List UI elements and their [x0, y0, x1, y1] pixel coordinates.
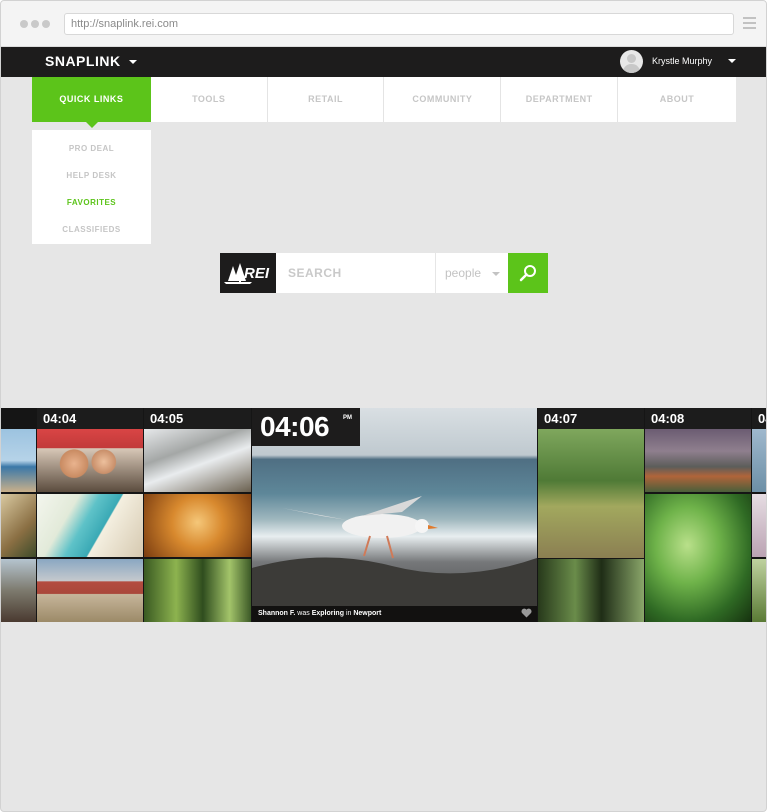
- photo-thumbnail[interactable]: [1, 429, 36, 492]
- photo-thumbnail[interactable]: [1, 494, 36, 557]
- tab-community[interactable]: COMMUNITY: [384, 77, 502, 122]
- rei-logo-text: REI: [244, 265, 270, 282]
- window-zoom-dot[interactable]: [42, 20, 50, 28]
- hero-timestamp: 04:06: [252, 408, 360, 446]
- photo-thumbnail[interactable]: [1, 559, 36, 622]
- photo-timeline: 04:04 04:05 04:07 04:08 0: [1, 408, 766, 622]
- photo-thumbnail[interactable]: [37, 494, 143, 557]
- hero-ampm: PM: [343, 415, 352, 421]
- caption-activity[interactable]: Exploring: [312, 610, 344, 617]
- timestamp-label: 04: [752, 408, 766, 429]
- caption-was: was: [297, 610, 310, 617]
- window-close-dot[interactable]: [20, 20, 28, 28]
- browser-chrome: http://snaplink.rei.com: [1, 1, 766, 47]
- search-button[interactable]: [508, 253, 548, 293]
- brand-menu[interactable]: SNAPLINK: [45, 53, 121, 69]
- address-bar[interactable]: http://snaplink.rei.com: [64, 13, 734, 35]
- photo-thumbnail[interactable]: [645, 429, 751, 492]
- photo-caption: Shannon F. was Exploring in Newport: [252, 606, 537, 622]
- window-minimize-dot[interactable]: [31, 20, 39, 28]
- photo-thumbnail[interactable]: [538, 559, 644, 622]
- search-icon: [519, 265, 536, 282]
- caption-user[interactable]: Shannon F.: [258, 610, 295, 617]
- menu-item-classifieds[interactable]: CLASSIFIEDS: [32, 216, 151, 243]
- photo-thumbnail[interactable]: [144, 494, 251, 557]
- search-input[interactable]: [276, 253, 435, 293]
- photo-thumbnail[interactable]: [752, 429, 766, 492]
- quick-links-dropdown: PRO DEAL HELP DESK FAVORITES CLASSIFIEDS: [32, 130, 151, 244]
- tab-about[interactable]: ABOUT: [618, 77, 736, 122]
- timestamp-label: 04:05: [144, 408, 251, 429]
- photo-thumbnail[interactable]: [37, 429, 143, 492]
- photo-thumbnail[interactable]: [144, 559, 251, 622]
- user-menu-chevron-down-icon[interactable]: [728, 59, 736, 63]
- menu-item-pro-deal[interactable]: PRO DEAL: [32, 135, 151, 162]
- tab-tools[interactable]: TOOLS: [151, 77, 268, 122]
- menu-item-favorites[interactable]: FAVORITES: [32, 189, 151, 216]
- timestamp-label: 04:08: [645, 408, 751, 429]
- photo-thumbnail[interactable]: [752, 559, 766, 622]
- browser-window: http://snaplink.rei.com SNAPLINK Krystle…: [0, 0, 767, 812]
- tab-department[interactable]: DEPARTMENT: [501, 77, 619, 122]
- photo-thumbnail[interactable]: [144, 429, 251, 492]
- main-nav: QUICK LINKS TOOLS RETAIL COMMUNITY DEPAR…: [32, 77, 736, 128]
- tab-retail[interactable]: RETAIL: [268, 77, 385, 122]
- timestamp-label: 04:04: [37, 408, 143, 429]
- user-name[interactable]: Krystle Murphy: [652, 56, 712, 66]
- browser-menu-icon[interactable]: [743, 17, 756, 29]
- chevron-down-icon: [492, 272, 500, 276]
- tab-quick-links[interactable]: QUICK LINKS: [32, 77, 151, 128]
- photo-thumbnail[interactable]: [752, 494, 766, 557]
- rei-logo: REI: [220, 253, 276, 293]
- caption-in: in: [345, 610, 352, 617]
- timestamp-label: 04:07: [538, 408, 644, 429]
- caption-place[interactable]: Newport: [353, 610, 381, 617]
- photo-thumbnail[interactable]: [538, 429, 644, 558]
- search-type-select[interactable]: people: [435, 253, 508, 293]
- search-type-value: people: [445, 266, 482, 280]
- heart-icon[interactable]: [521, 608, 532, 618]
- photo-thumbnail[interactable]: [37, 559, 143, 622]
- photo-thumbnail[interactable]: [645, 494, 751, 622]
- search-bar: REI people: [220, 253, 548, 293]
- chevron-down-icon[interactable]: [129, 60, 137, 64]
- avatar[interactable]: [620, 50, 643, 73]
- menu-item-help-desk[interactable]: HELP DESK: [32, 162, 151, 189]
